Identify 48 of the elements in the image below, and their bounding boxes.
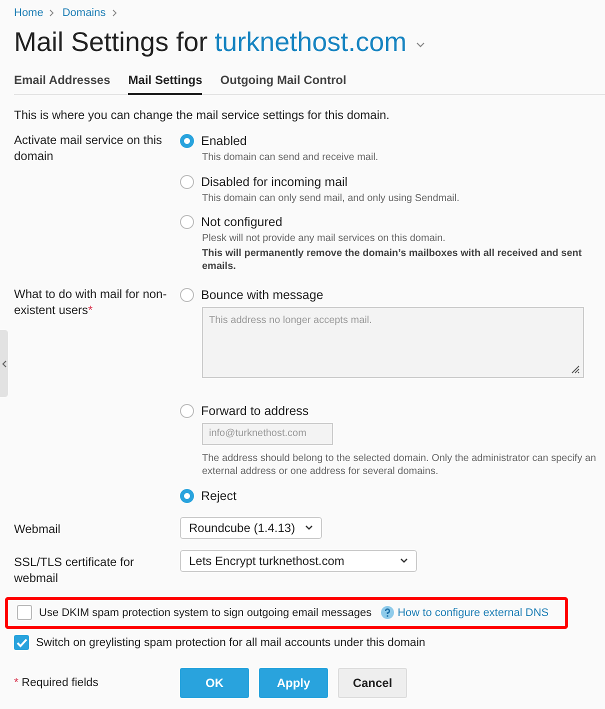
radio-label[interactable]: Forward to address (201, 404, 309, 418)
dropdown[interactable]: Lets Encrypt turknethost.com (180, 550, 418, 572)
resize-grip-icon[interactable] (571, 364, 580, 374)
domain-switcher[interactable]: turknethost.com (214, 25, 407, 59)
hint-text: The address should belong to the selected domain. Only the administrator can specify an external address or one address for several domains. (202, 452, 598, 478)
breadcrumb-link[interactable]: Home (14, 7, 44, 19)
radio-button[interactable] (180, 174, 194, 188)
checkbox[interactable] (17, 605, 32, 620)
tab[interactable]: Outgoing Mail Control (220, 69, 346, 94)
checkbox-label[interactable]: Switch on greylisting spam protection for all mail accounts under this domain (36, 636, 426, 648)
breadcrumb-link[interactable]: Domains (62, 7, 106, 19)
tab[interactable]: Email Addresses (14, 69, 110, 94)
hint-text: This domain can send and receive mail. (202, 151, 380, 164)
chevron-right-icon (112, 9, 117, 17)
radio-button[interactable] (180, 134, 194, 148)
hint-text: This domain can only send mail, and only using Sendmail. (202, 192, 460, 205)
required-note: * Required fields (14, 676, 98, 688)
caret-icon (400, 558, 408, 563)
help-icon (380, 606, 394, 619)
intro-text: This is where you can change the mail service settings for this domain. (14, 108, 391, 122)
chevron-left-icon (2, 360, 6, 368)
radio-label[interactable]: Reject (201, 488, 236, 502)
field-label: What to do with mail for non-existent users* (14, 286, 168, 318)
field-label: SSL/TLS certificate for webmail (14, 554, 136, 586)
help-link[interactable]: How to configure external DNS (398, 606, 549, 618)
checkbox[interactable] (14, 635, 29, 650)
radio-button[interactable] (180, 288, 194, 302)
caret-icon (305, 525, 314, 530)
field-label: Webmail (14, 520, 62, 538)
radio-button[interactable] (180, 404, 194, 418)
radio-label[interactable]: Enabled (201, 134, 247, 148)
radio-label[interactable]: Not configured (201, 215, 282, 229)
form-button[interactable]: Cancel (338, 668, 407, 698)
hint-text: This will permanently remove the domain’s mailboxes with all received and sent emails. (202, 246, 583, 274)
field-label: Activate mail service on this domain (14, 132, 164, 165)
radio-button[interactable] (180, 215, 194, 229)
caret-icon[interactable] (416, 42, 425, 48)
tab[interactable]: Mail Settings (128, 69, 202, 95)
radio-label[interactable]: Bounce with message (201, 288, 324, 302)
chevron-right-icon (49, 9, 54, 17)
checkbox-label[interactable]: Use DKIM spam protection system to sign outgoing email messages (39, 606, 372, 618)
dropdown[interactable]: Roundcube (1.4.13) (180, 516, 322, 538)
hint-text: Plesk will not provide any mail services on this domain. (202, 232, 446, 246)
sidebar-collapse-tab[interactable] (0, 330, 8, 397)
radio-label[interactable]: Disabled for incoming mail (201, 174, 348, 188)
check-icon (16, 638, 28, 648)
page-title: Mail Settings for (14, 26, 208, 59)
radio-button[interactable] (180, 488, 194, 502)
